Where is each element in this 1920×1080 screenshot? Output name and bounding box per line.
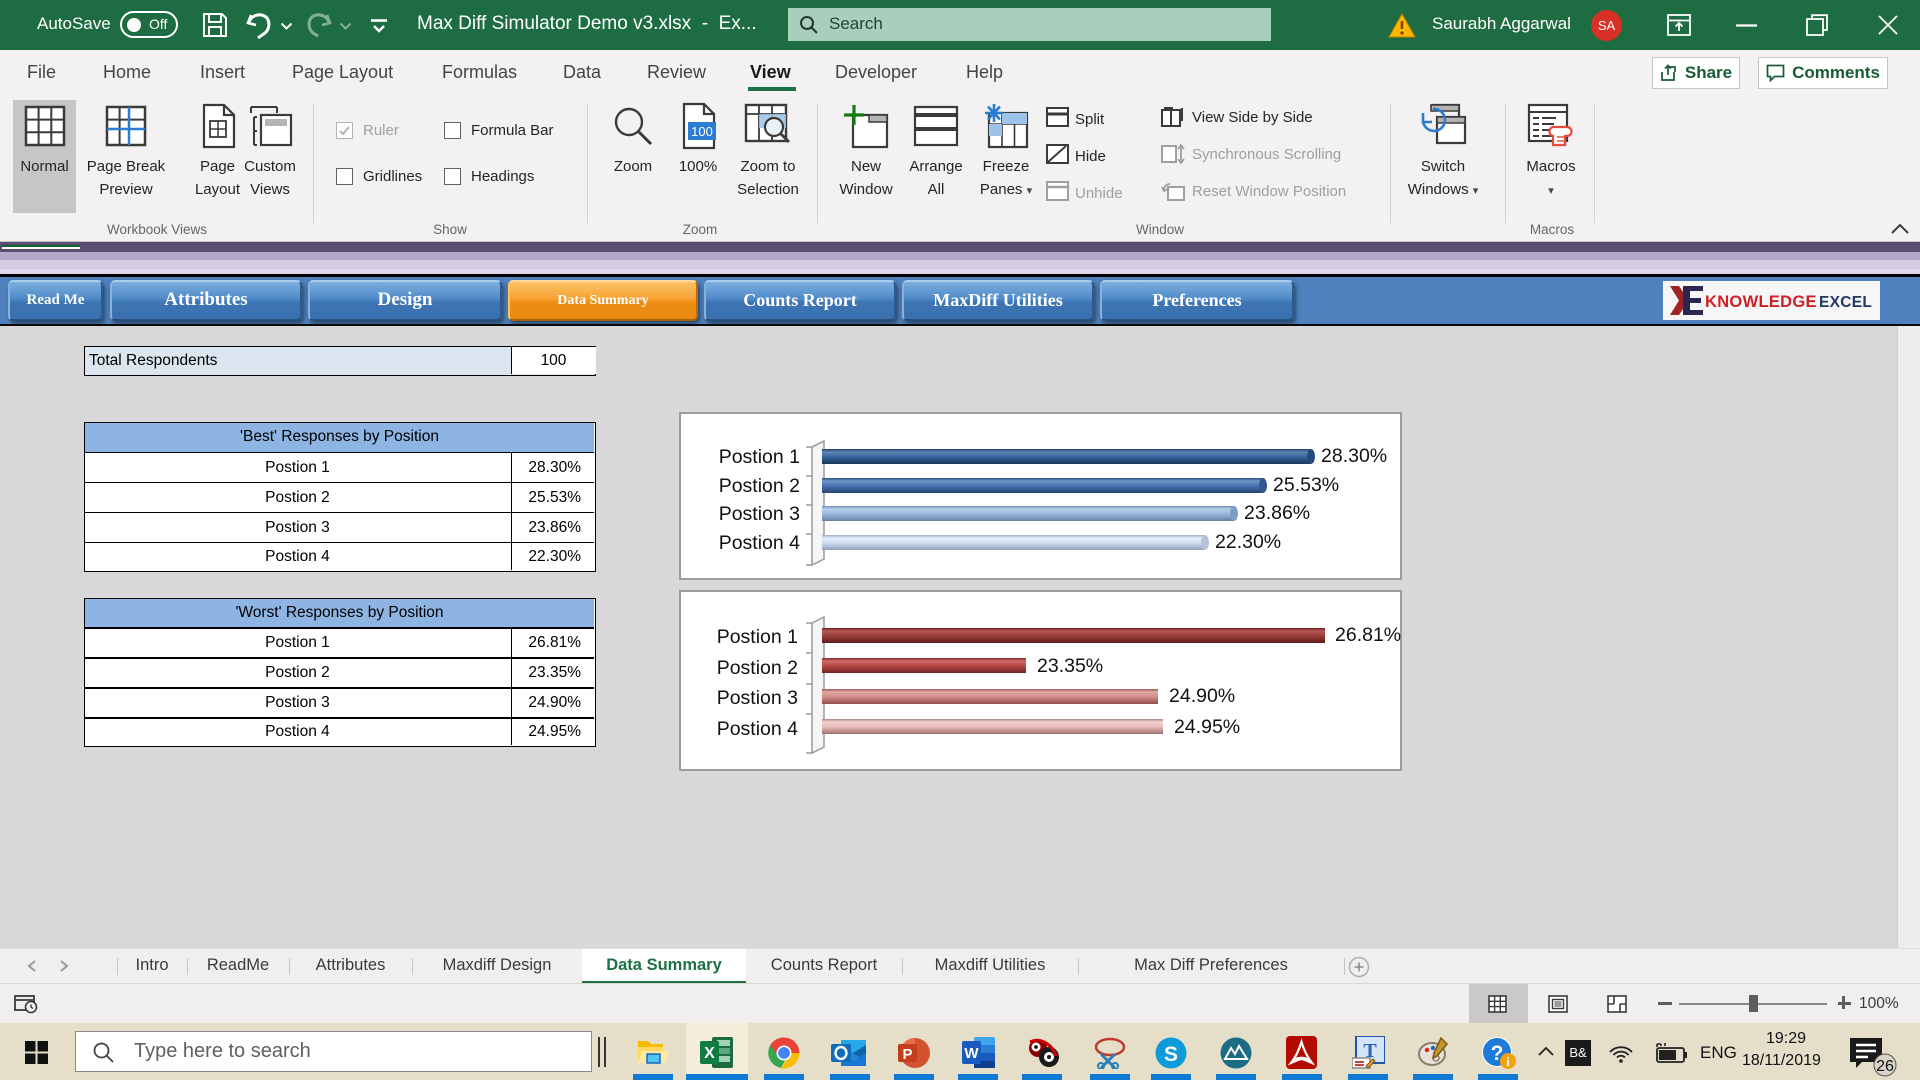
- svg-text:KNOWLEDGE: KNOWLEDGE: [1705, 293, 1817, 311]
- svg-text:P: P: [902, 1046, 912, 1063]
- svg-text:S: S: [1164, 1043, 1178, 1066]
- svg-text:EXCEL: EXCEL: [1819, 294, 1872, 311]
- svg-text:W: W: [964, 1045, 979, 1062]
- svg-text:100: 100: [691, 124, 713, 139]
- svg-text:i: i: [1506, 1054, 1510, 1069]
- svg-text:X: X: [704, 1045, 715, 1062]
- svg-text:26: 26: [1876, 1058, 1894, 1075]
